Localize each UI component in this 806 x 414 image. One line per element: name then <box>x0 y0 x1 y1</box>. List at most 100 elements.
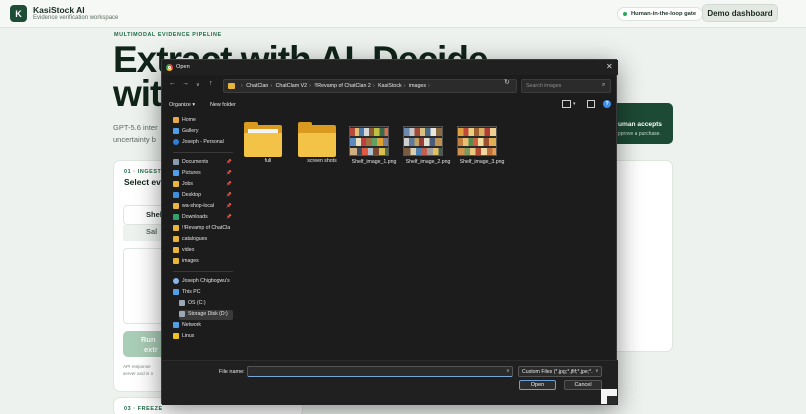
desktop-icon <box>173 192 179 198</box>
file-name: Shelf_image_1.png <box>351 159 397 165</box>
drive-icon <box>179 300 185 306</box>
pin-icon: 📌 <box>226 170 232 175</box>
file-name: Shelf_image_3.png <box>459 159 505 165</box>
hero-description-line2: uncertainty b <box>113 135 156 144</box>
breadcrumb-item[interactable]: images <box>409 83 426 89</box>
help-icon[interactable]: ? <box>603 100 611 108</box>
chrome-icon <box>166 64 173 71</box>
freeze-eyebrow: 03 · FREEZE <box>124 406 163 412</box>
folder-icon <box>228 83 235 89</box>
sidebar-item-wa-shop-local[interactable]: wa-shop-local 📌 <box>173 202 233 212</box>
file-type-select[interactable]: Custom Files (*.jpg;*.jfif;*.jpe;*. <box>518 366 602 377</box>
pin-icon: 📌 <box>226 181 232 186</box>
nav-divider <box>173 271 233 272</box>
app-header: K KasiStock AI Evidence verification wor… <box>0 0 806 28</box>
forward-arrow-icon[interactable]: → <box>182 80 189 87</box>
human-accepts-title: uman accepts <box>618 121 662 128</box>
documents-icon <box>173 159 179 165</box>
ingest-title: Select ev <box>124 177 161 187</box>
breadcrumb: › ChatClan › ChatClam V2 › !!Revamp of Cha… <box>241 83 430 89</box>
sidebar-item-documents[interactable]: Documents 📌 <box>173 158 233 168</box>
close-icon[interactable]: ✕ <box>606 62 613 71</box>
image-thumbnail <box>349 126 389 156</box>
pin-icon: 📌 <box>226 159 232 164</box>
pin-icon: 📌 <box>226 214 232 219</box>
file-name-dropdown-icon[interactable]: ∨ <box>506 368 510 374</box>
file-item-screen-shots[interactable]: screen shots <box>297 120 347 170</box>
human-accepts-subtitle: pprove a purchase. <box>618 131 661 137</box>
address-bar[interactable]: › ChatClan › ChatClam V2 › !!Revamp of Cha… <box>223 79 555 93</box>
sidebar-item-images[interactable]: images <box>173 257 233 267</box>
recent-chevron-icon[interactable]: ∨ <box>196 82 200 88</box>
organize-button[interactable]: Organize ▾ <box>169 102 195 108</box>
sidebar-item-jobs[interactable]: Jobs 📌 <box>173 180 233 190</box>
home-icon <box>173 117 179 123</box>
breadcrumb-item[interactable]: ChatClam V2 <box>276 83 308 89</box>
search-placeholder: Search images <box>526 83 562 89</box>
hitl-badge-label: Human-in-the-loop gate <box>631 11 697 17</box>
breadcrumb-item[interactable]: !!Revamp of ChatClan 2 <box>314 83 371 89</box>
file-type-dropdown-icon[interactable]: ∨ <box>595 368 599 374</box>
hero-description-line1: GPT-5.6 inter <box>113 123 158 132</box>
file-item-shelf-image-3[interactable]: Shelf_image_3.png <box>457 120 507 170</box>
app-subtitle: Evidence verification workspace <box>33 15 119 21</box>
folder-icon <box>173 203 179 209</box>
hero-title-line2: wit <box>113 73 162 114</box>
nav-divider <box>173 152 233 153</box>
pin-icon: 📌 <box>226 203 232 208</box>
network-icon <box>173 322 179 328</box>
sidebar-item-network[interactable]: Network <box>173 321 233 331</box>
file-item-shelf-image-2[interactable]: Shelf_image_2.png <box>403 120 453 170</box>
dialog-footer: File name: ∨ Custom Files (*.jpg;*.jfif;… <box>162 360 618 405</box>
file-item-shelf-image-1[interactable]: Shelf_image_1.png <box>349 120 399 170</box>
pictures-icon <box>173 170 179 176</box>
dialog-title: Open <box>176 64 190 70</box>
hero-eyebrow: MULTIMODAL EVIDENCE PIPELINE <box>114 32 222 38</box>
back-arrow-icon[interactable]: ← <box>169 80 176 87</box>
demo-dashboard-button[interactable]: Demo dashboard <box>702 4 778 22</box>
dialog-titlebar: Open ✕ <box>162 60 618 75</box>
sidebar-item-gallery[interactable]: Gallery <box>173 127 233 137</box>
up-arrow-icon[interactable]: ↑ <box>209 80 213 87</box>
sidebar-item-user-folder[interactable]: Joseph Chigbogwu's <box>173 277 233 287</box>
image-thumbnail <box>403 126 443 156</box>
open-button[interactable]: Open <box>519 380 556 390</box>
sidebar-item-storage-d[interactable]: Storage Disk (D:) <box>179 310 233 320</box>
search-input[interactable]: Search images ⌕ <box>521 79 611 93</box>
breadcrumb-item[interactable]: KasiStock <box>378 83 402 89</box>
api-note-line2: server and is n <box>123 371 154 376</box>
view-dropdown-icon[interactable]: ▾ <box>573 101 576 107</box>
sidebar-item-video[interactable]: video <box>173 246 233 256</box>
app-logo: K <box>10 5 27 22</box>
navigation-pane: Home Gallery Joseph - Personal Documents… <box>169 114 234 349</box>
view-mode-icon[interactable] <box>562 100 571 108</box>
sidebar-item-desktop[interactable]: Desktop 📌 <box>173 191 233 201</box>
sidebar-item-revamp[interactable]: !!Revamp of ChatCla <box>173 224 233 234</box>
breadcrumb-item[interactable]: ChatClan <box>246 83 268 89</box>
folder-icon <box>173 225 179 231</box>
new-folder-button[interactable]: New folder <box>210 102 236 108</box>
refresh-icon[interactable]: ↻ <box>504 78 510 86</box>
file-name-input[interactable] <box>247 366 513 377</box>
sidebar-item-catalogues[interactable]: catalogues <box>173 235 233 245</box>
file-item-full[interactable]: full <box>243 120 293 170</box>
cancel-button[interactable]: Cancel <box>564 380 602 390</box>
sidebar-item-onedrive[interactable]: Joseph - Personal <box>173 138 233 148</box>
sidebar-item-pictures[interactable]: Pictures 📌 <box>173 169 233 179</box>
pin-icon: 📌 <box>226 192 232 197</box>
folder-icon <box>173 247 179 253</box>
search-icon: ⌕ <box>602 82 606 88</box>
file-name: Shelf_image_2.png <box>405 159 451 165</box>
pc-icon <box>173 289 179 295</box>
sidebar-item-this-pc[interactable]: This PC <box>173 288 233 298</box>
cloud-icon <box>173 139 179 145</box>
api-note-line1: API response <box>123 364 151 369</box>
linux-icon <box>173 333 179 339</box>
sidebar-item-home[interactable]: Home <box>173 116 233 126</box>
sidebar-item-os-c[interactable]: OS (C:) <box>179 299 233 309</box>
folder-icon <box>173 236 179 242</box>
sidebar-item-downloads[interactable]: Downloads 📌 <box>173 213 233 223</box>
preview-pane-icon[interactable] <box>587 100 595 108</box>
sidebar-item-linux[interactable]: Linux <box>173 332 233 342</box>
app-title: KasiStock AI <box>33 5 85 15</box>
